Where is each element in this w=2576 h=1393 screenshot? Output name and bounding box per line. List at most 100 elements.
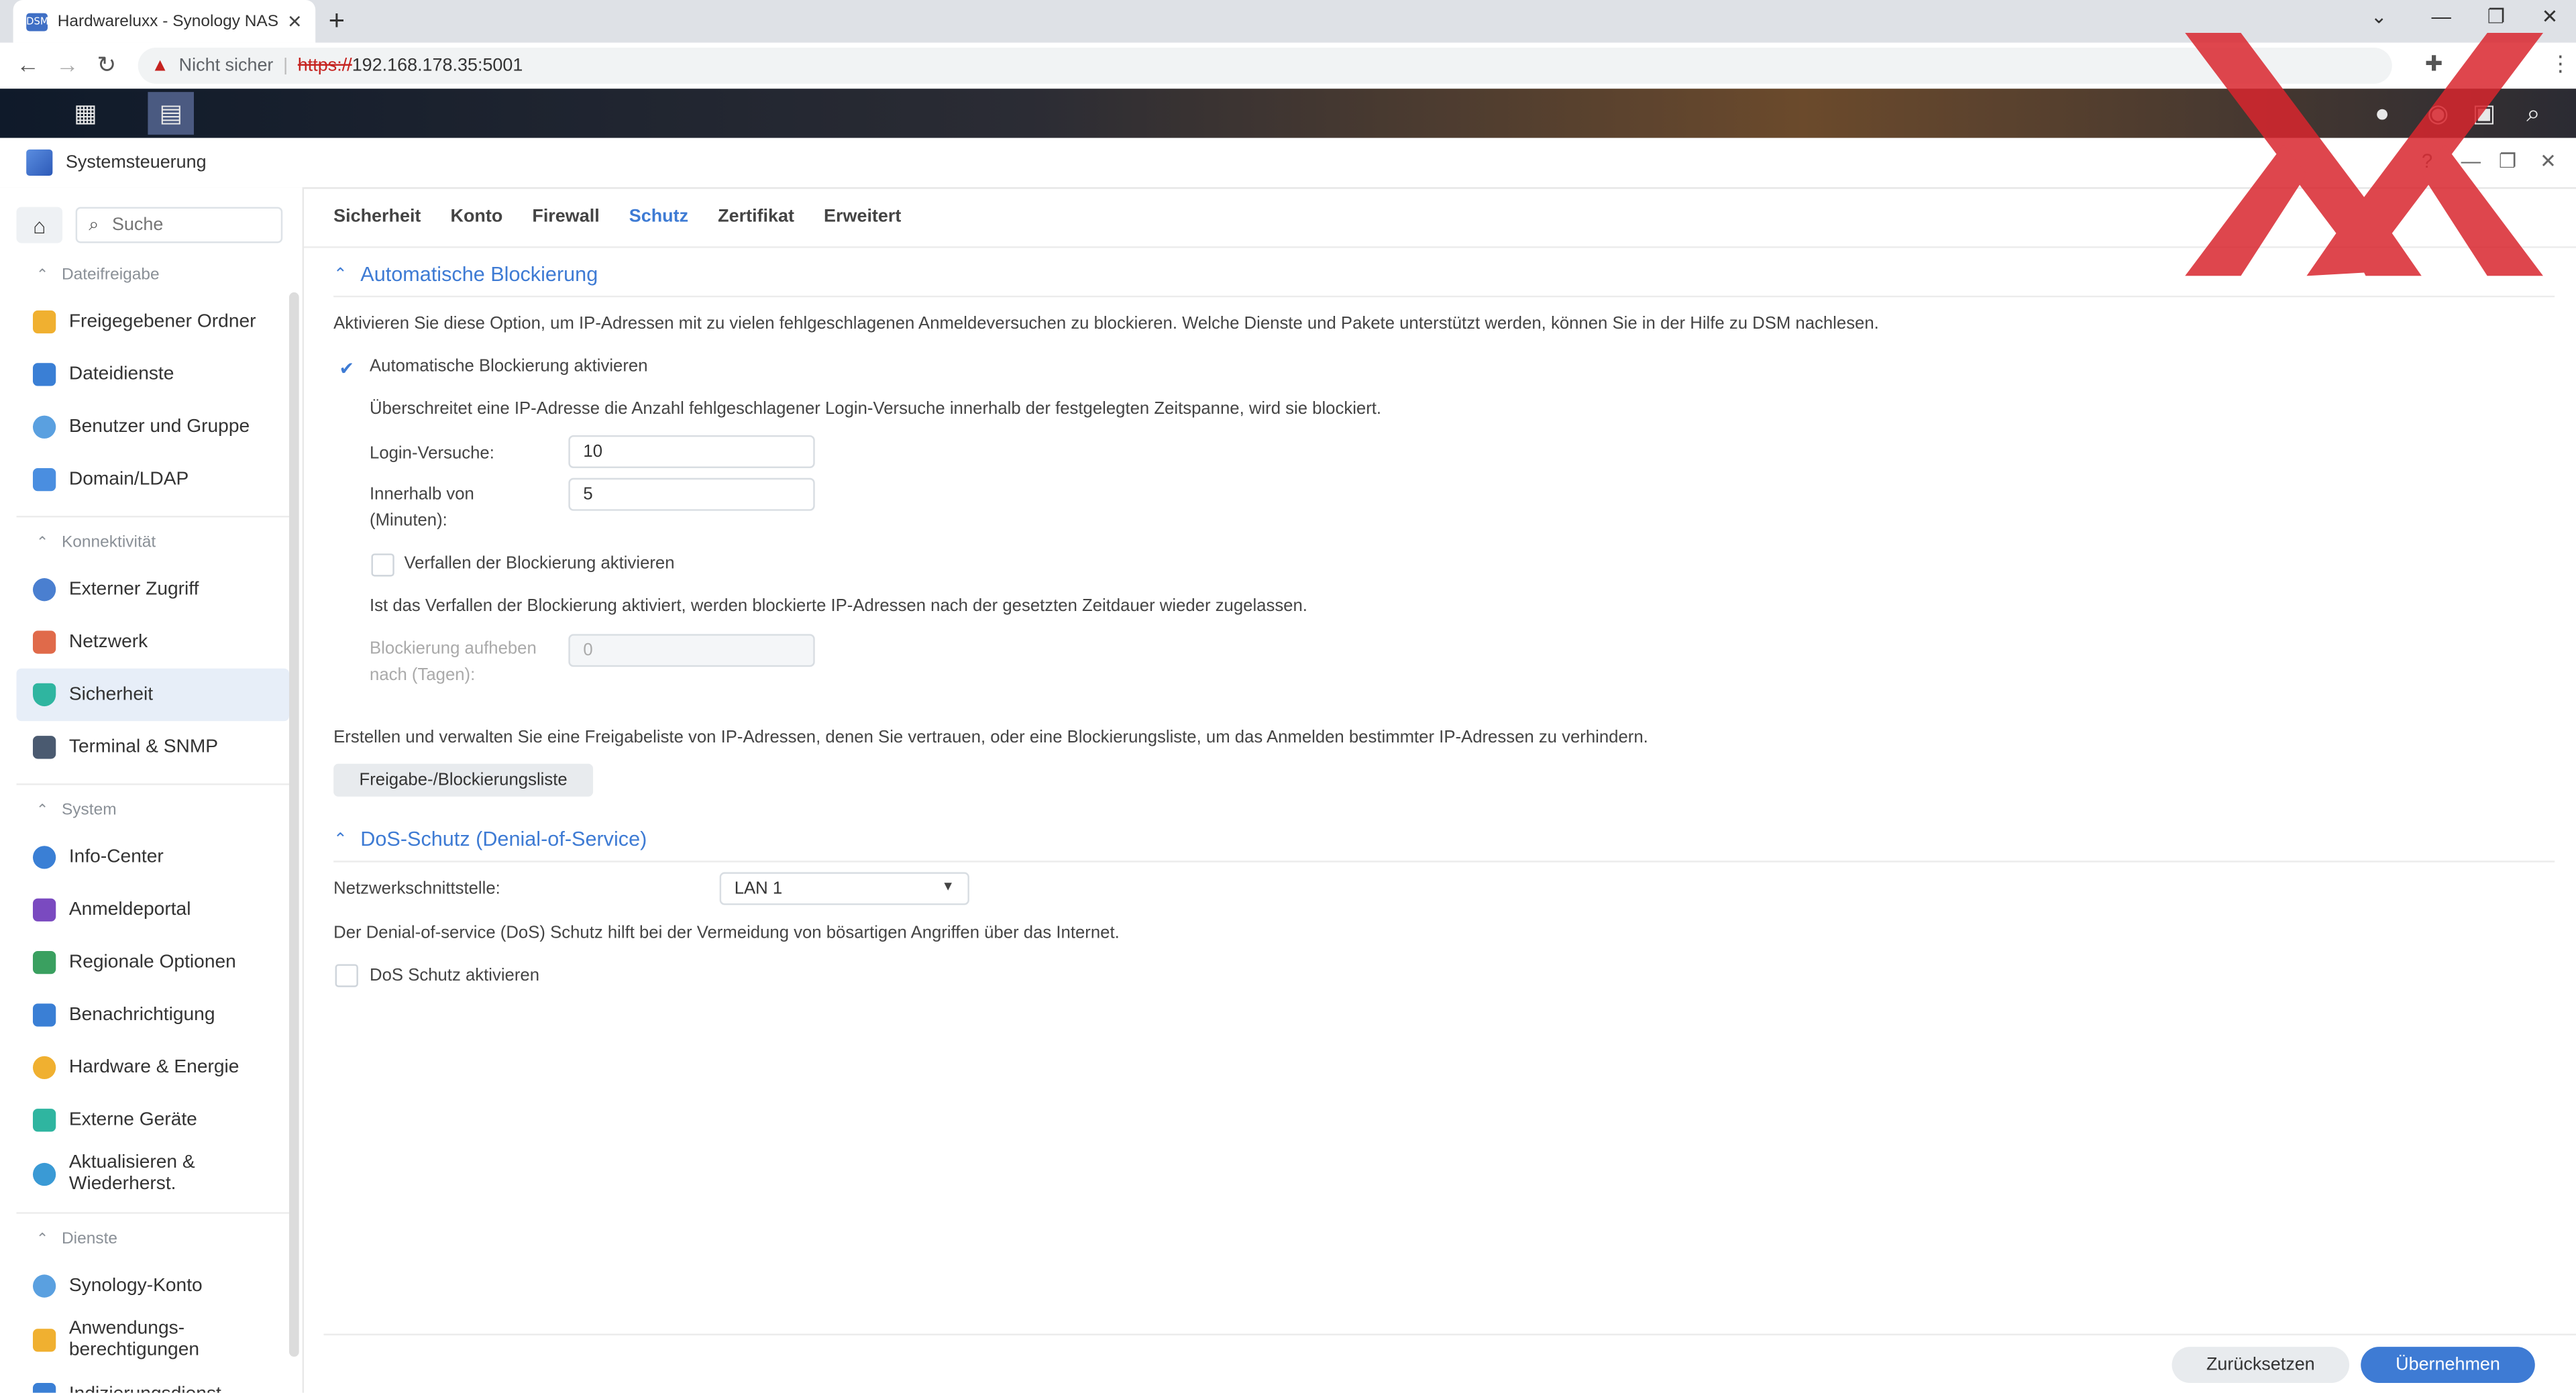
category-label: Dienste — [61, 1229, 117, 1248]
sidebar-item-hardware-energie[interactable]: Hardware & Energie — [16, 1042, 289, 1094]
screen: DSM Hardwareluxx - Synology NAS ✕ + ⌄ — … — [0, 0, 2576, 1393]
sidebar-item-label: Anmeldeportal — [68, 900, 191, 920]
login-attempts-field[interactable]: 10 — [568, 435, 815, 468]
folder-icon — [32, 310, 56, 334]
users-icon — [32, 415, 56, 439]
auto-block-checkbox[interactable]: ✔ — [335, 356, 358, 380]
sidebar-item-label: Externe Geräte — [68, 1110, 197, 1130]
restore-icon[interactable]: ❐ — [2487, 5, 2505, 27]
back-icon[interactable]: ← — [16, 51, 39, 77]
sidebar-item-regionale-optionen[interactable]: Regionale Optionen — [16, 936, 289, 989]
category-system[interactable]: ⌃ System — [16, 789, 289, 832]
section-header-dos[interactable]: ⌃ DoS-Schutz (Denial-of-Service) — [333, 828, 647, 850]
close-tab-icon[interactable]: ✕ — [287, 11, 303, 32]
dos-enable-label[interactable]: DoS Schutz aktivieren — [370, 966, 539, 985]
home-button[interactable]: ⌂ — [16, 207, 63, 243]
xx-mark-a — [2185, 144, 2307, 276]
sidebar-item-sicherheit[interactable]: Sicherheit — [16, 668, 290, 722]
within-label-line-1: Innerhalb von — [370, 484, 474, 504]
chevron-up-icon: ⌃ — [36, 265, 49, 282]
control-panel-window: Systemsteuerung ? — ❐ ✕ ⌂ ⌕ ⌃Dateifreiga… — [0, 137, 2576, 1393]
search-input[interactable] — [109, 213, 264, 237]
url-host: 192.168.178.35:5001 — [352, 56, 523, 76]
sidebar-item-benutzer-gruppe[interactable]: Benutzer und Gruppe — [16, 401, 289, 453]
sidebar-item-freigegebener-ordner[interactable]: Freigegebener Ordner — [16, 296, 289, 348]
category-dienste[interactable]: ⌃ Dienste — [16, 1217, 289, 1260]
sidebar-item-synology-konto[interactable]: Synology-Konto — [16, 1260, 289, 1312]
tab-search-icon[interactable]: ⌄ — [2371, 5, 2387, 27]
tab-sicherheit[interactable]: Sicherheit — [333, 207, 421, 227]
xx-watermark-logo — [2185, 32, 2544, 276]
chevron-up-icon: ⌃ — [36, 1229, 49, 1246]
sidebar-item-externe-geraete[interactable]: Externe Geräte — [16, 1094, 289, 1146]
browser-tab[interactable]: DSM Hardwareluxx - Synology NAS ✕ — [13, 0, 316, 43]
network-interface-label: Netzwerkschnittstelle: — [333, 879, 500, 899]
tab-schutz[interactable]: Schutz — [629, 207, 688, 227]
sidebar-item-terminal-snmp[interactable]: Terminal & SNMP — [16, 721, 289, 773]
section-header-auto-block[interactable]: ⌃ Automatische Blockierung — [333, 263, 598, 286]
tab-bar: Sicherheit Konto Firewall Schutz Zertifi… — [333, 207, 901, 227]
expire-block-label[interactable]: Verfallen der Blockierung aktivieren — [404, 553, 674, 573]
sidebar-item-externer-zugriff[interactable]: Externer Zugriff — [16, 563, 289, 616]
dos-enable-checkbox[interactable] — [335, 964, 358, 987]
allow-block-list-button[interactable]: Freigabe-/Blockierungsliste — [333, 763, 594, 797]
unblock-label-line-2: nach (Tagen): — [370, 665, 476, 685]
section-divider — [333, 860, 2555, 862]
forward-icon[interactable]: → — [56, 51, 78, 77]
sidebar-item-info-center[interactable]: Info-Center — [16, 831, 289, 883]
control-panel-icon — [26, 149, 53, 176]
sidebar-item-domain-ldap[interactable]: Domain/LDAP — [16, 453, 289, 506]
window-close-icon[interactable]: ✕ — [2542, 5, 2559, 27]
allow-block-list-text: Erstellen und verwalten Sie eine Freigab… — [333, 727, 1648, 748]
control-panel-task-icon[interactable]: ▤ — [148, 92, 194, 135]
indexing-icon — [32, 1383, 56, 1393]
sidebar-item-netzwerk[interactable]: Netzwerk — [16, 616, 289, 668]
tab-zertifikat[interactable]: Zertifikat — [718, 207, 794, 227]
new-tab-icon[interactable]: + — [329, 5, 345, 38]
sidebar-item-dateidienste[interactable]: Dateidienste — [16, 348, 289, 400]
minimize-icon[interactable]: — — [2432, 5, 2451, 27]
within-minutes-field[interactable]: 5 — [568, 478, 815, 511]
sidebar-item-label: Terminal & SNMP — [68, 737, 219, 757]
sidebar-item-aktualisieren[interactable]: Aktualisieren & Wiederherst. — [16, 1146, 289, 1202]
auto-block-enable-label[interactable]: Automatische Blockierung aktivieren — [370, 356, 648, 376]
browser-tab-title: Hardwareluxx - Synology NAS — [57, 12, 279, 31]
reset-button[interactable]: Zurücksetzen — [2171, 1347, 2350, 1384]
sidebar-item-indizierungsdienst[interactable]: Indizierungsdienst — [16, 1368, 289, 1393]
url-bar[interactable]: ▲ Nicht sicher | https:// 192.168.178.35… — [138, 48, 2392, 84]
sidebar-scrollbar[interactable] — [289, 292, 299, 1357]
tab-konto[interactable]: Konto — [450, 207, 502, 227]
apply-button[interactable]: Übernehmen — [2361, 1347, 2535, 1384]
lightbulb-icon — [32, 1056, 56, 1079]
sidebar-item-label: Info-Center — [68, 847, 164, 868]
auto-block-description: Aktivieren Sie diese Option, um IP-Adres… — [333, 313, 1879, 334]
expire-block-checkbox[interactable] — [371, 553, 394, 577]
file-services-icon — [32, 363, 56, 386]
network-interface-select[interactable]: LAN 1 ▼ — [719, 872, 969, 905]
sidebar-item-label: Dateidienste — [68, 364, 174, 385]
sidebar-item-benachrichtigung[interactable]: Benachrichtigung — [16, 989, 289, 1041]
sidebar-item-anwendungsberechtigungen[interactable]: Anwendungs-berechtigungen — [16, 1313, 289, 1368]
menu-icon[interactable]: ⋮ — [2550, 51, 2571, 77]
external-devices-icon — [32, 1109, 56, 1132]
category-label: Dateifreigabe — [61, 265, 160, 284]
category-konnektivitaet[interactable]: ⌃ Konnektivität — [16, 520, 289, 563]
section-title: Automatische Blockierung — [360, 262, 598, 286]
reload-icon[interactable]: ↻ — [97, 51, 116, 79]
footer-divider — [323, 1333, 2576, 1336]
main-menu-icon[interactable]: ▦ — [62, 92, 109, 135]
unblock-days-field[interactable]: 0 — [568, 634, 815, 667]
insecure-label[interactable]: Nicht sicher — [179, 56, 274, 75]
search-icon: ⌕ — [89, 214, 99, 234]
label-line-2: berechtigungen — [68, 1340, 200, 1360]
update-icon — [32, 1162, 56, 1186]
sidebar-item-anmeldeportal[interactable]: Anmeldeportal — [16, 884, 289, 936]
tab-firewall[interactable]: Firewall — [532, 207, 599, 227]
sidebar-search[interactable]: ⌕ — [75, 207, 283, 243]
category-dateifreigabe[interactable]: ⌃ Dateifreigabe — [16, 253, 289, 296]
tab-erweitert[interactable]: Erweitert — [824, 207, 901, 227]
window-title: Systemsteuerung — [65, 152, 207, 173]
within-label-line-2: (Minuten): — [370, 510, 447, 531]
caret-down-icon: ▼ — [941, 879, 955, 894]
sidebar: ⌂ ⌕ ⌃ Dateifreigabe Freigegebener Ordner … — [0, 187, 305, 1393]
